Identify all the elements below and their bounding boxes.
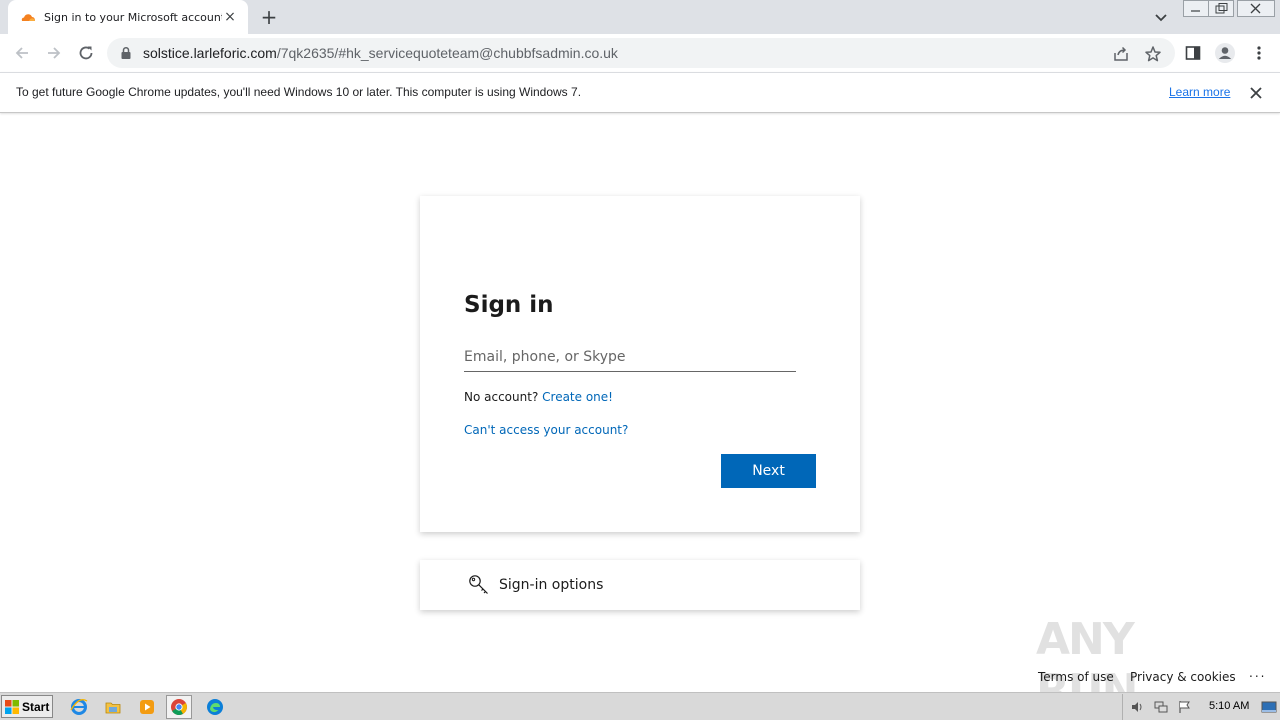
restore-icon[interactable] bbox=[1208, 0, 1234, 18]
system-tray: 5:10 AM bbox=[1122, 694, 1280, 720]
window-close-icon[interactable] bbox=[1237, 0, 1275, 18]
start-button[interactable]: Start bbox=[1, 695, 53, 718]
show-desktop-icon[interactable] bbox=[1261, 699, 1277, 715]
side-panel-icon[interactable] bbox=[1182, 42, 1204, 64]
learn-more-link[interactable]: Learn more bbox=[1169, 85, 1230, 99]
taskbar-clock[interactable]: 5:10 AM bbox=[1209, 700, 1249, 712]
signin-options-label: Sign-in options bbox=[499, 577, 604, 593]
chevron-down-icon[interactable] bbox=[1152, 8, 1170, 26]
profile-avatar-icon[interactable] bbox=[1214, 42, 1236, 64]
url-host: solstice.larleforic.com bbox=[143, 45, 277, 61]
windows-taskbar: Start 5:10 AM bbox=[0, 692, 1280, 720]
cloudflare-favicon-icon bbox=[20, 9, 36, 25]
next-button[interactable]: Next bbox=[721, 454, 816, 488]
action-center-flag-icon[interactable] bbox=[1177, 699, 1193, 715]
ie-icon[interactable] bbox=[66, 695, 92, 719]
address-bar[interactable]: solstice.larleforic.com/7qk2635/#hk_serv… bbox=[107, 38, 1175, 68]
volume-icon[interactable] bbox=[1129, 699, 1145, 715]
page-title: Sign in bbox=[464, 292, 554, 318]
privacy-cookies-link[interactable]: Privacy & cookies bbox=[1130, 670, 1236, 684]
url-path: /7qk2635/#hk_servicequoteteam@chubbfsadm… bbox=[276, 45, 618, 61]
infobar-message: To get future Google Chrome updates, you… bbox=[16, 85, 582, 99]
tab-close-icon[interactable]: × bbox=[222, 9, 238, 25]
chrome-icon[interactable] bbox=[166, 695, 192, 719]
bookmark-star-icon[interactable] bbox=[1144, 45, 1162, 63]
create-account-link[interactable]: Create one! bbox=[542, 390, 613, 404]
reload-icon[interactable] bbox=[75, 42, 97, 64]
browser-toolbar: solstice.larleforic.com/7qk2635/#hk_serv… bbox=[0, 34, 1280, 72]
key-icon bbox=[469, 575, 488, 594]
new-tab-button[interactable]: + bbox=[258, 6, 280, 28]
email-field[interactable] bbox=[464, 342, 796, 372]
anyrun-watermark: ANY RUN bbox=[1036, 610, 1236, 716]
tab-strip: Sign in to your Microsoft account × + bbox=[0, 0, 1280, 34]
tab-title: Sign in to your Microsoft account bbox=[44, 10, 222, 24]
forward-arrow-icon[interactable] bbox=[43, 42, 65, 64]
signin-options-button[interactable]: Sign-in options bbox=[420, 560, 860, 610]
url-text: solstice.larleforic.com/7qk2635/#hk_serv… bbox=[143, 45, 618, 61]
signin-card: Sign in No account? Create one! Can't ac… bbox=[420, 196, 860, 532]
kebab-menu-icon[interactable] bbox=[1248, 42, 1270, 64]
cant-access-link[interactable]: Can't access your account? bbox=[464, 423, 628, 437]
more-options-ellipsis[interactable]: ... bbox=[1249, 666, 1266, 680]
tab-active[interactable]: Sign in to your Microsoft account × bbox=[8, 0, 248, 34]
windows-logo-icon bbox=[5, 699, 19, 714]
explorer-icon[interactable] bbox=[100, 695, 126, 719]
share-icon[interactable] bbox=[1112, 45, 1130, 63]
no-account-label: No account? bbox=[464, 390, 539, 404]
network-icon[interactable] bbox=[1153, 699, 1169, 715]
edge-icon[interactable] bbox=[202, 695, 228, 719]
lock-icon bbox=[121, 46, 131, 59]
minimize-icon[interactable] bbox=[1183, 0, 1209, 18]
no-account-row: No account? Create one! bbox=[464, 390, 613, 404]
infobar-close-icon[interactable] bbox=[1248, 85, 1264, 101]
start-label: Start bbox=[22, 699, 50, 714]
update-infobar: To get future Google Chrome updates, you… bbox=[0, 72, 1280, 113]
terms-of-use-link[interactable]: Terms of use bbox=[1038, 670, 1114, 684]
back-arrow-icon[interactable] bbox=[11, 42, 33, 64]
media-player-icon[interactable] bbox=[134, 695, 160, 719]
